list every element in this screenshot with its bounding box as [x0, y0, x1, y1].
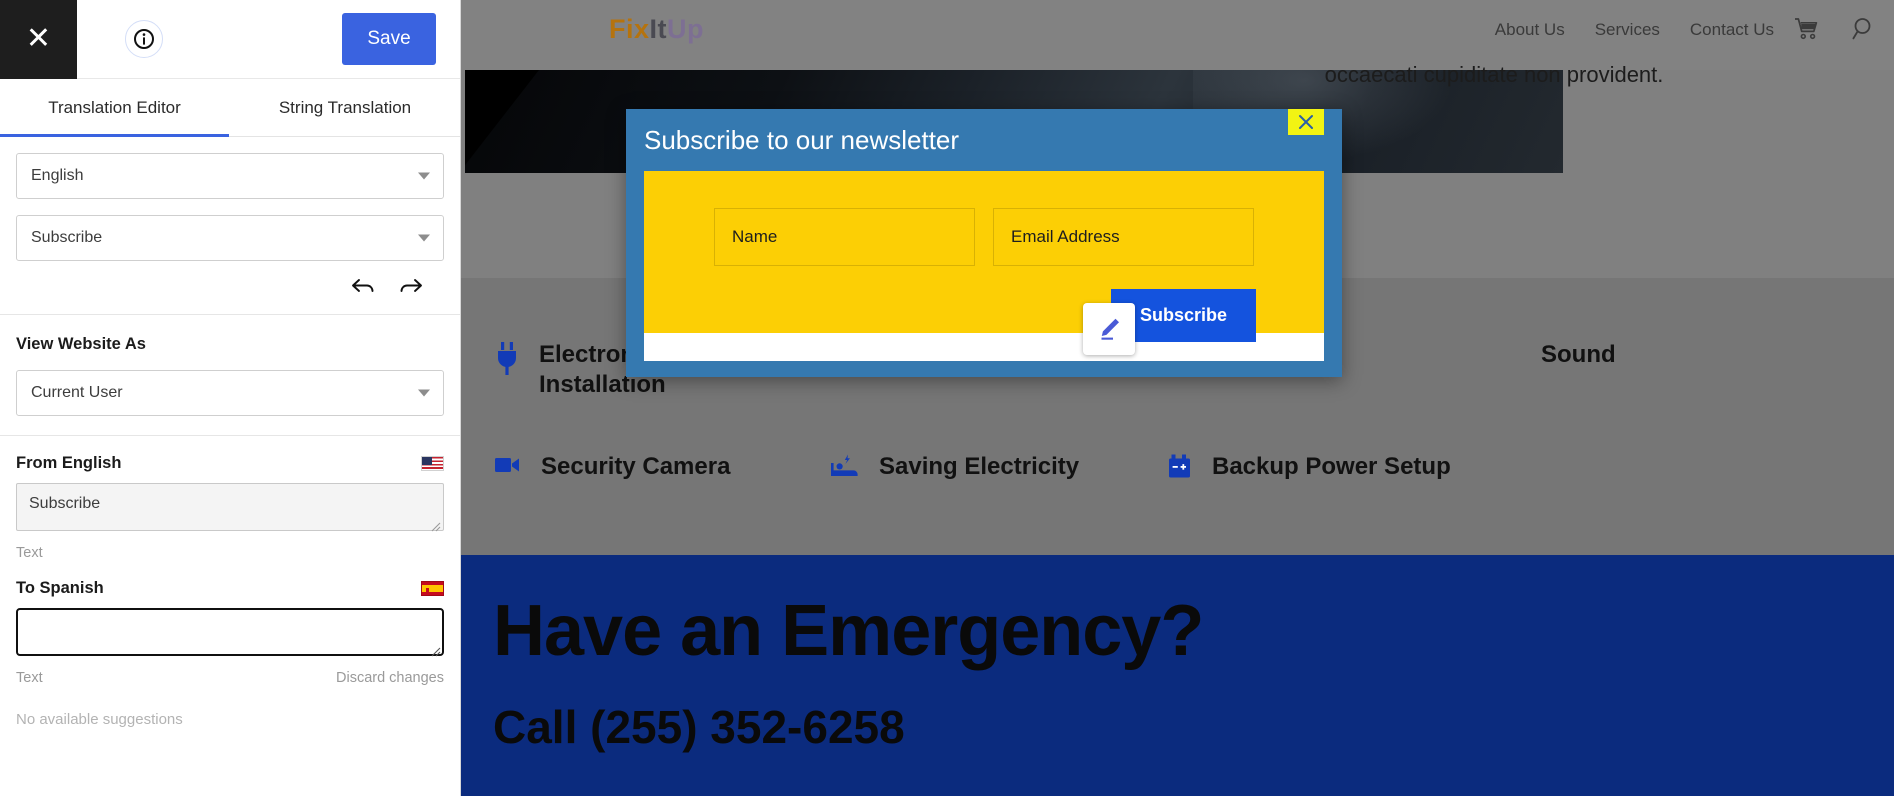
- edit-string-badge[interactable]: [1083, 303, 1135, 355]
- target-text-input[interactable]: [15, 607, 445, 657]
- translation-fields: From English Subscribe Text To Spanish T…: [0, 436, 460, 728]
- save-button[interactable]: Save: [342, 13, 436, 65]
- nav-link-services[interactable]: Services: [1595, 20, 1660, 40]
- tab-translation-editor[interactable]: Translation Editor: [0, 79, 229, 137]
- emergency-call-number: Call (255) 352-6258: [493, 701, 905, 753]
- screen: ✕ Save Translation Editor String Transla…: [0, 0, 1894, 796]
- nav-link-contact-us[interactable]: Contact Us: [1690, 20, 1774, 40]
- plug-icon: [493, 342, 521, 384]
- undo-button[interactable]: [350, 277, 376, 300]
- cart-button[interactable]: [1794, 17, 1820, 46]
- tab-label: String Translation: [278, 97, 412, 117]
- search-button[interactable]: [1850, 16, 1876, 47]
- tab-string-translation[interactable]: String Translation: [229, 79, 461, 136]
- logo-part-3: Up: [667, 14, 705, 44]
- energy-saving-bed-icon: [829, 454, 861, 488]
- service-label: Sound: [1541, 341, 1616, 368]
- info-button[interactable]: [125, 20, 163, 58]
- service-label: Backup Power Setup: [1212, 453, 1451, 480]
- to-spanish-label: To Spanish: [16, 579, 104, 597]
- nav-link-about-us[interactable]: About Us: [1495, 20, 1565, 40]
- no-suggestions-text: No available suggestions: [16, 711, 183, 728]
- service-item-security-camera[interactable]: Security Camera: [493, 452, 730, 484]
- service-label: Security Camera: [541, 453, 731, 480]
- source-meta-row: Text: [16, 536, 444, 561]
- string-select-value: Subscribe: [31, 229, 103, 246]
- info-icon: [134, 29, 154, 49]
- chevron-down-icon: [418, 172, 430, 180]
- source-text-input[interactable]: Subscribe: [16, 483, 444, 531]
- pencil-edit-icon: [1101, 318, 1119, 340]
- source-language-row: From English: [16, 436, 444, 473]
- tab-label: Translation Editor: [48, 97, 181, 117]
- us-flag-icon: [421, 456, 444, 471]
- service-item-saving-electricity[interactable]: Saving Electricity: [829, 452, 1079, 488]
- search-icon: [1852, 18, 1871, 40]
- close-panel-button[interactable]: ✕: [0, 0, 77, 79]
- source-text-wrap: Subscribe: [16, 473, 444, 536]
- view-website-as-label: View Website As: [16, 335, 146, 353]
- battery-icon: [1166, 454, 1194, 488]
- target-text-wrap: [15, 598, 445, 661]
- video-camera-icon: [493, 454, 523, 484]
- modal-title: Subscribe to our newsletter: [644, 125, 960, 155]
- email-placeholder: Email Address: [1011, 227, 1120, 246]
- logo-part-1: Fix: [609, 14, 650, 44]
- close-icon: [1299, 115, 1313, 129]
- name-input[interactable]: Name: [714, 208, 975, 266]
- logo-part-2: It: [649, 14, 668, 44]
- undo-arrow-icon: [352, 279, 374, 292]
- target-language-row: To Spanish: [16, 561, 444, 598]
- lorem-paragraph: occaecati cupiditate non provident.: [1324, 62, 1664, 87]
- history-controls: [16, 261, 444, 314]
- redo-button[interactable]: [398, 277, 424, 300]
- site-logo[interactable]: FixItUp: [609, 14, 704, 45]
- chevron-down-icon: [418, 234, 430, 242]
- discard-changes-link[interactable]: Discard changes: [336, 670, 444, 686]
- panel-tabs: Translation Editor String Translation: [0, 79, 460, 137]
- from-english-label: From English: [16, 454, 122, 472]
- panel-selectors: English Subscribe: [0, 153, 460, 314]
- newsletter-modal: Subscribe to our newsletter Name Email A…: [626, 109, 1342, 377]
- site-nav: About Us Services Contact Us: [1495, 20, 1774, 40]
- emergency-title: Have an Emergency?: [493, 591, 1204, 671]
- target-meta-row: Text Discard changes: [16, 661, 444, 686]
- spain-flag-icon: [421, 581, 444, 596]
- chevron-down-icon: [418, 389, 430, 397]
- site-nav-icons: [1794, 16, 1876, 47]
- translation-panel: ✕ Save Translation Editor String Transla…: [0, 0, 461, 796]
- modal-close-button[interactable]: [1288, 109, 1324, 135]
- view-website-as-select[interactable]: Current User: [16, 370, 444, 416]
- language-select-value: English: [31, 167, 84, 184]
- close-icon: ✕: [25, 22, 52, 55]
- service-item-backup-power-setup[interactable]: Backup Power Setup: [1166, 452, 1451, 488]
- name-placeholder: Name: [732, 227, 778, 246]
- service-label: Saving Electricity: [879, 453, 1080, 480]
- email-input[interactable]: Email Address: [993, 208, 1254, 266]
- cart-icon: [1795, 18, 1818, 40]
- source-field-type: Text: [16, 545, 43, 561]
- service-item-sound[interactable]: Sound: [1541, 340, 1616, 370]
- redo-arrow-icon: [400, 279, 422, 292]
- view-website-as-section: View Website As Current User: [0, 315, 460, 435]
- target-field-type: Text: [16, 670, 43, 686]
- panel-toolbar: ✕ Save: [0, 0, 460, 79]
- language-select[interactable]: English: [16, 153, 444, 199]
- view-website-as-value: Current User: [31, 384, 123, 401]
- string-select[interactable]: Subscribe: [16, 215, 444, 261]
